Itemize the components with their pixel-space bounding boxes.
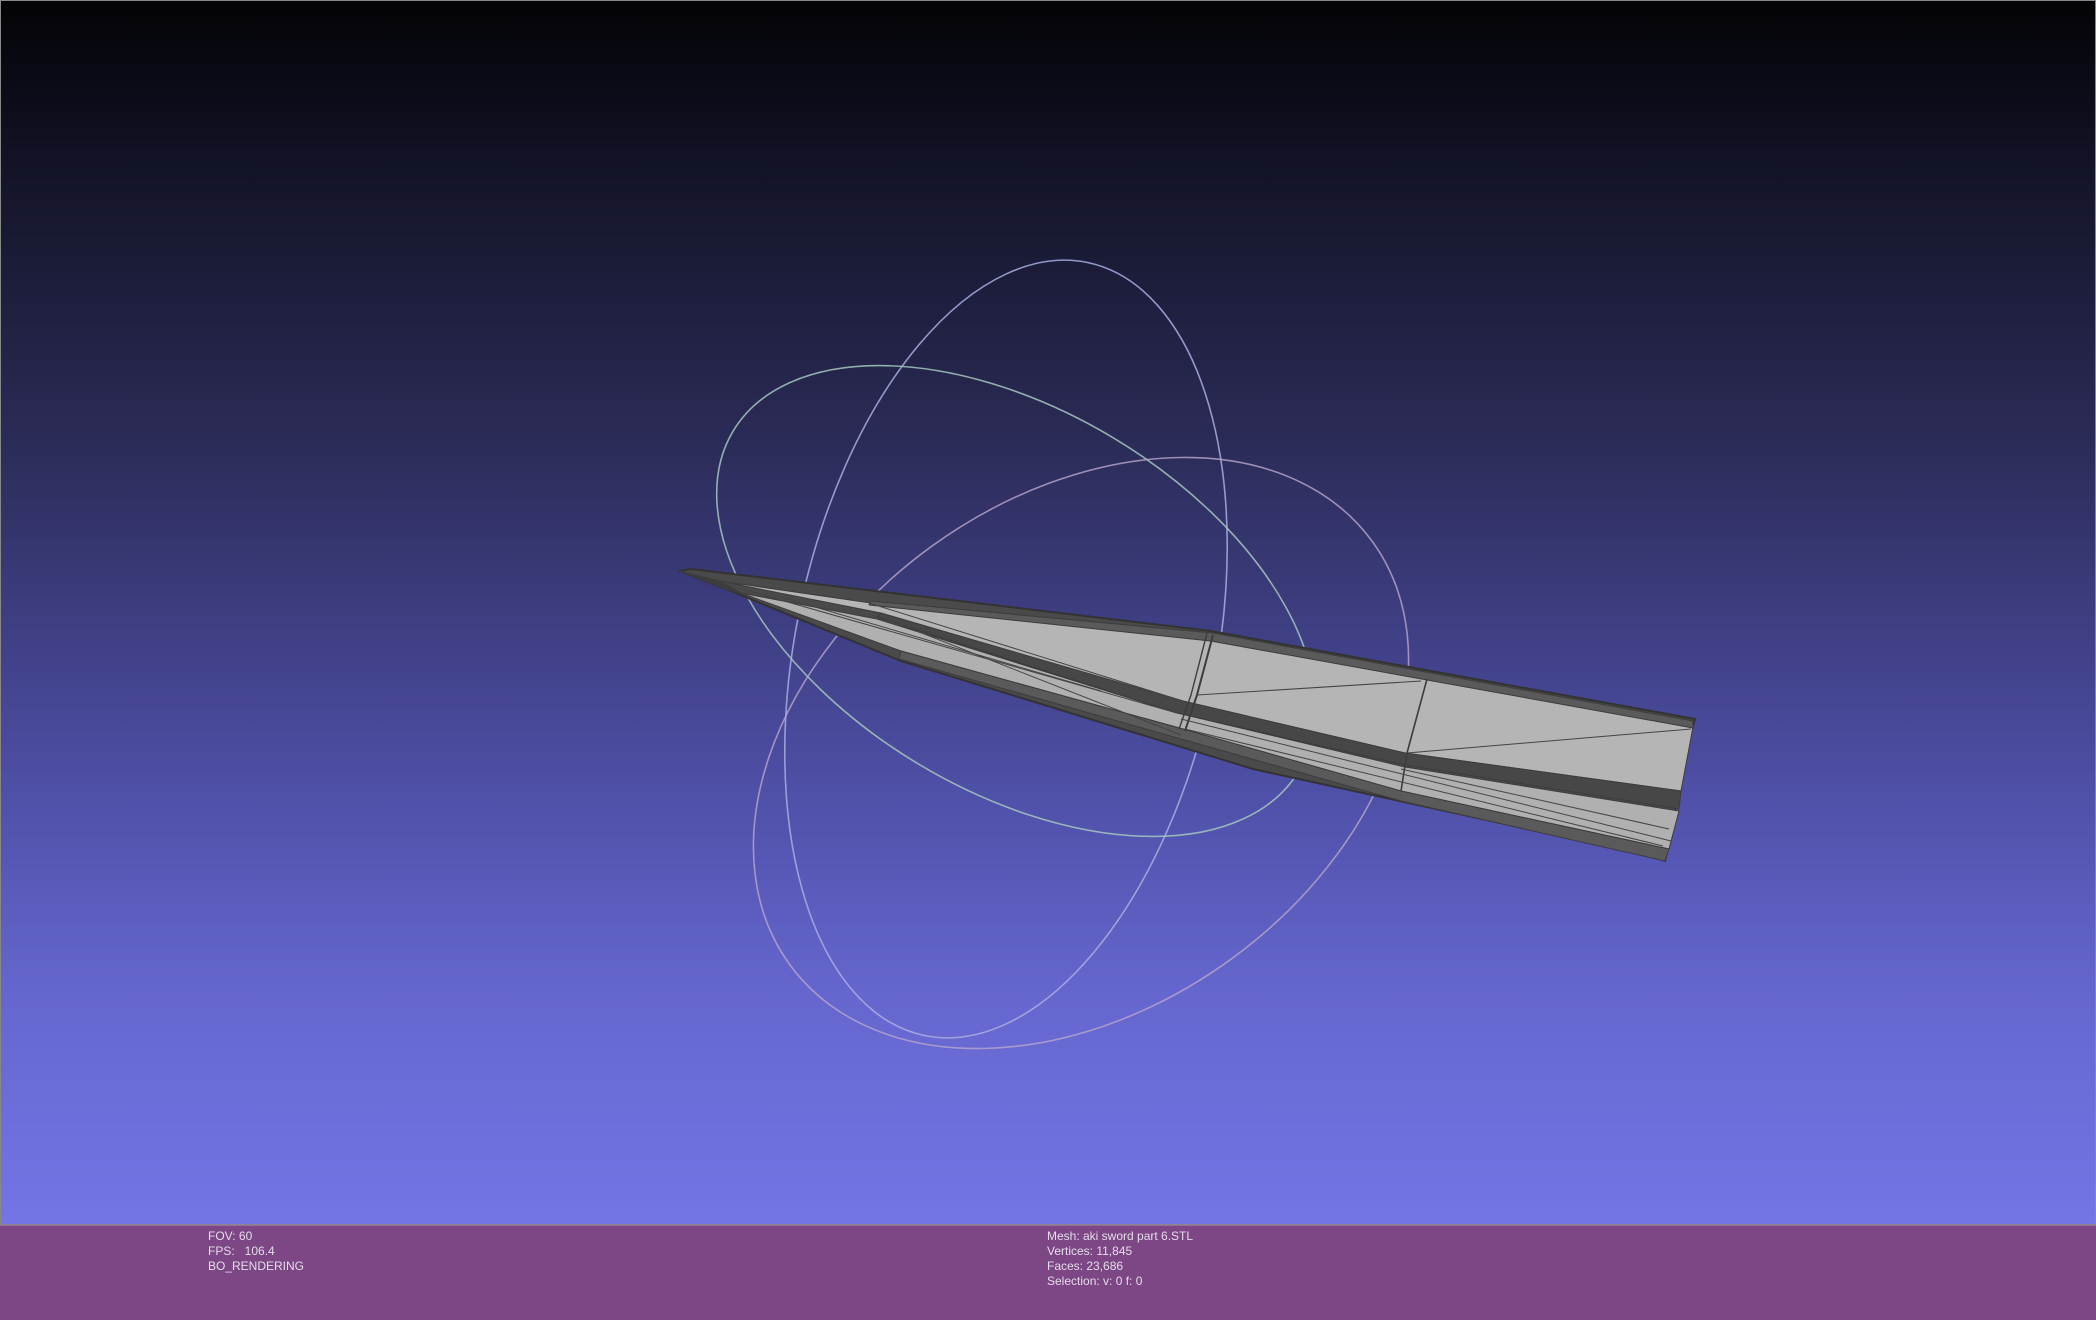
selection-readout: Selection: v: 0 f: 0 xyxy=(1047,1274,1143,1288)
render-mode-readout: BO_RENDERING xyxy=(208,1259,305,1273)
faces-readout: Faces: 23,686 xyxy=(1047,1259,1124,1273)
scene-canvas[interactable] xyxy=(1,1,2096,1226)
3d-viewport[interactable] xyxy=(0,0,2096,1225)
mesh-model[interactable] xyxy=(678,568,1696,862)
vertices-readout: Vertices: 11,845 xyxy=(1047,1244,1133,1258)
mesh-name-readout: Mesh: aki sword part 6.STL xyxy=(1047,1229,1194,1243)
mesh-info: Mesh: aki sword part 6.STL Vertices: 11,… xyxy=(1047,1229,1193,1289)
status-info-bar: FOV: 60 FPS: 106.4 BO_RENDERING Mesh: ak… xyxy=(0,1225,2096,1320)
trackball-ring-tilted xyxy=(715,364,1317,838)
fov-readout: FOV: 60 xyxy=(208,1229,253,1243)
render-info: FOV: 60 FPS: 106.4 BO_RENDERING xyxy=(208,1229,304,1274)
fps-readout: FPS: 106.4 xyxy=(208,1244,275,1258)
